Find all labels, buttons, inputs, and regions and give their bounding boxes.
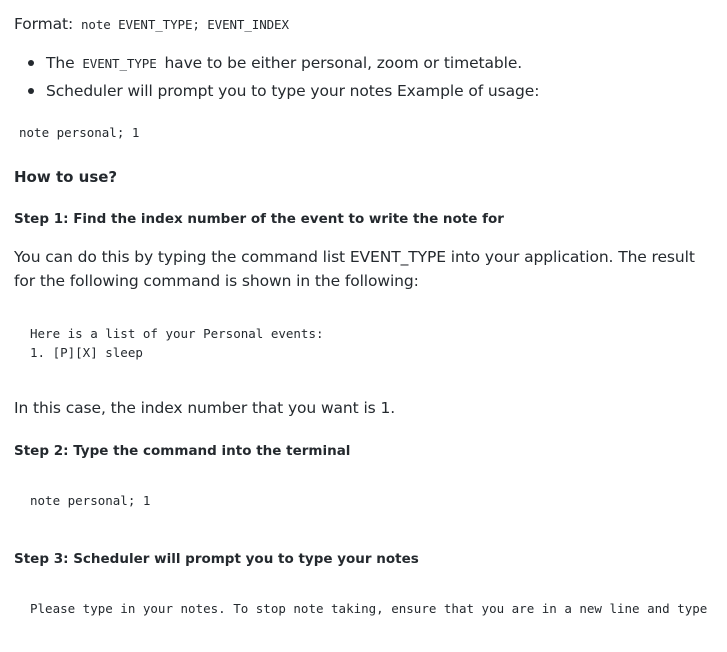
- event-type-inline-code: EVENT_TYPE: [82, 56, 157, 71]
- bullet-text: Scheduler will prompt you to type your n…: [46, 82, 540, 100]
- bullet-text: The: [46, 54, 75, 72]
- terminal-output-line: 1. [P][X] sleep: [30, 345, 143, 360]
- bullet-text: have to be either personal, zoom or time…: [164, 54, 523, 72]
- document-page: Format: note EVENT_TYPE; EVENT_INDEX The…: [14, 0, 727, 652]
- step3-heading: Step 3: Scheduler will prompt you to typ…: [14, 551, 419, 567]
- step1-conclusion: In this case, the index number that you …: [14, 399, 396, 417]
- format-syntax-code: note EVENT_TYPE; EVENT_INDEX: [80, 17, 289, 32]
- step2-code-block: note personal; 1: [30, 493, 151, 508]
- how-to-use-heading: How to use?: [14, 168, 118, 186]
- format-label: Format:: [14, 15, 74, 33]
- bullet-item-event-type: The EVENT_TYPE have to be either persona…: [14, 51, 539, 79]
- format-line: Format: note EVENT_TYPE; EVENT_INDEX: [14, 12, 292, 37]
- step2-heading: Step 2: Type the command into the termin…: [14, 443, 351, 459]
- step3-code-block: Please type in your notes. To stop note …: [30, 601, 708, 616]
- example-code-block: note personal; 1: [19, 125, 140, 140]
- step1-paragraph: You can do this by typing the command li…: [14, 248, 695, 290]
- step1-heading: Step 1: Find the index number of the eve…: [14, 211, 504, 227]
- bullet-list: The EVENT_TYPE have to be either persona…: [14, 51, 539, 107]
- terminal-output-line: Here is a list of your Personal events:: [30, 326, 324, 341]
- bullet-item-prompt: Scheduler will prompt you to type your n…: [14, 79, 539, 107]
